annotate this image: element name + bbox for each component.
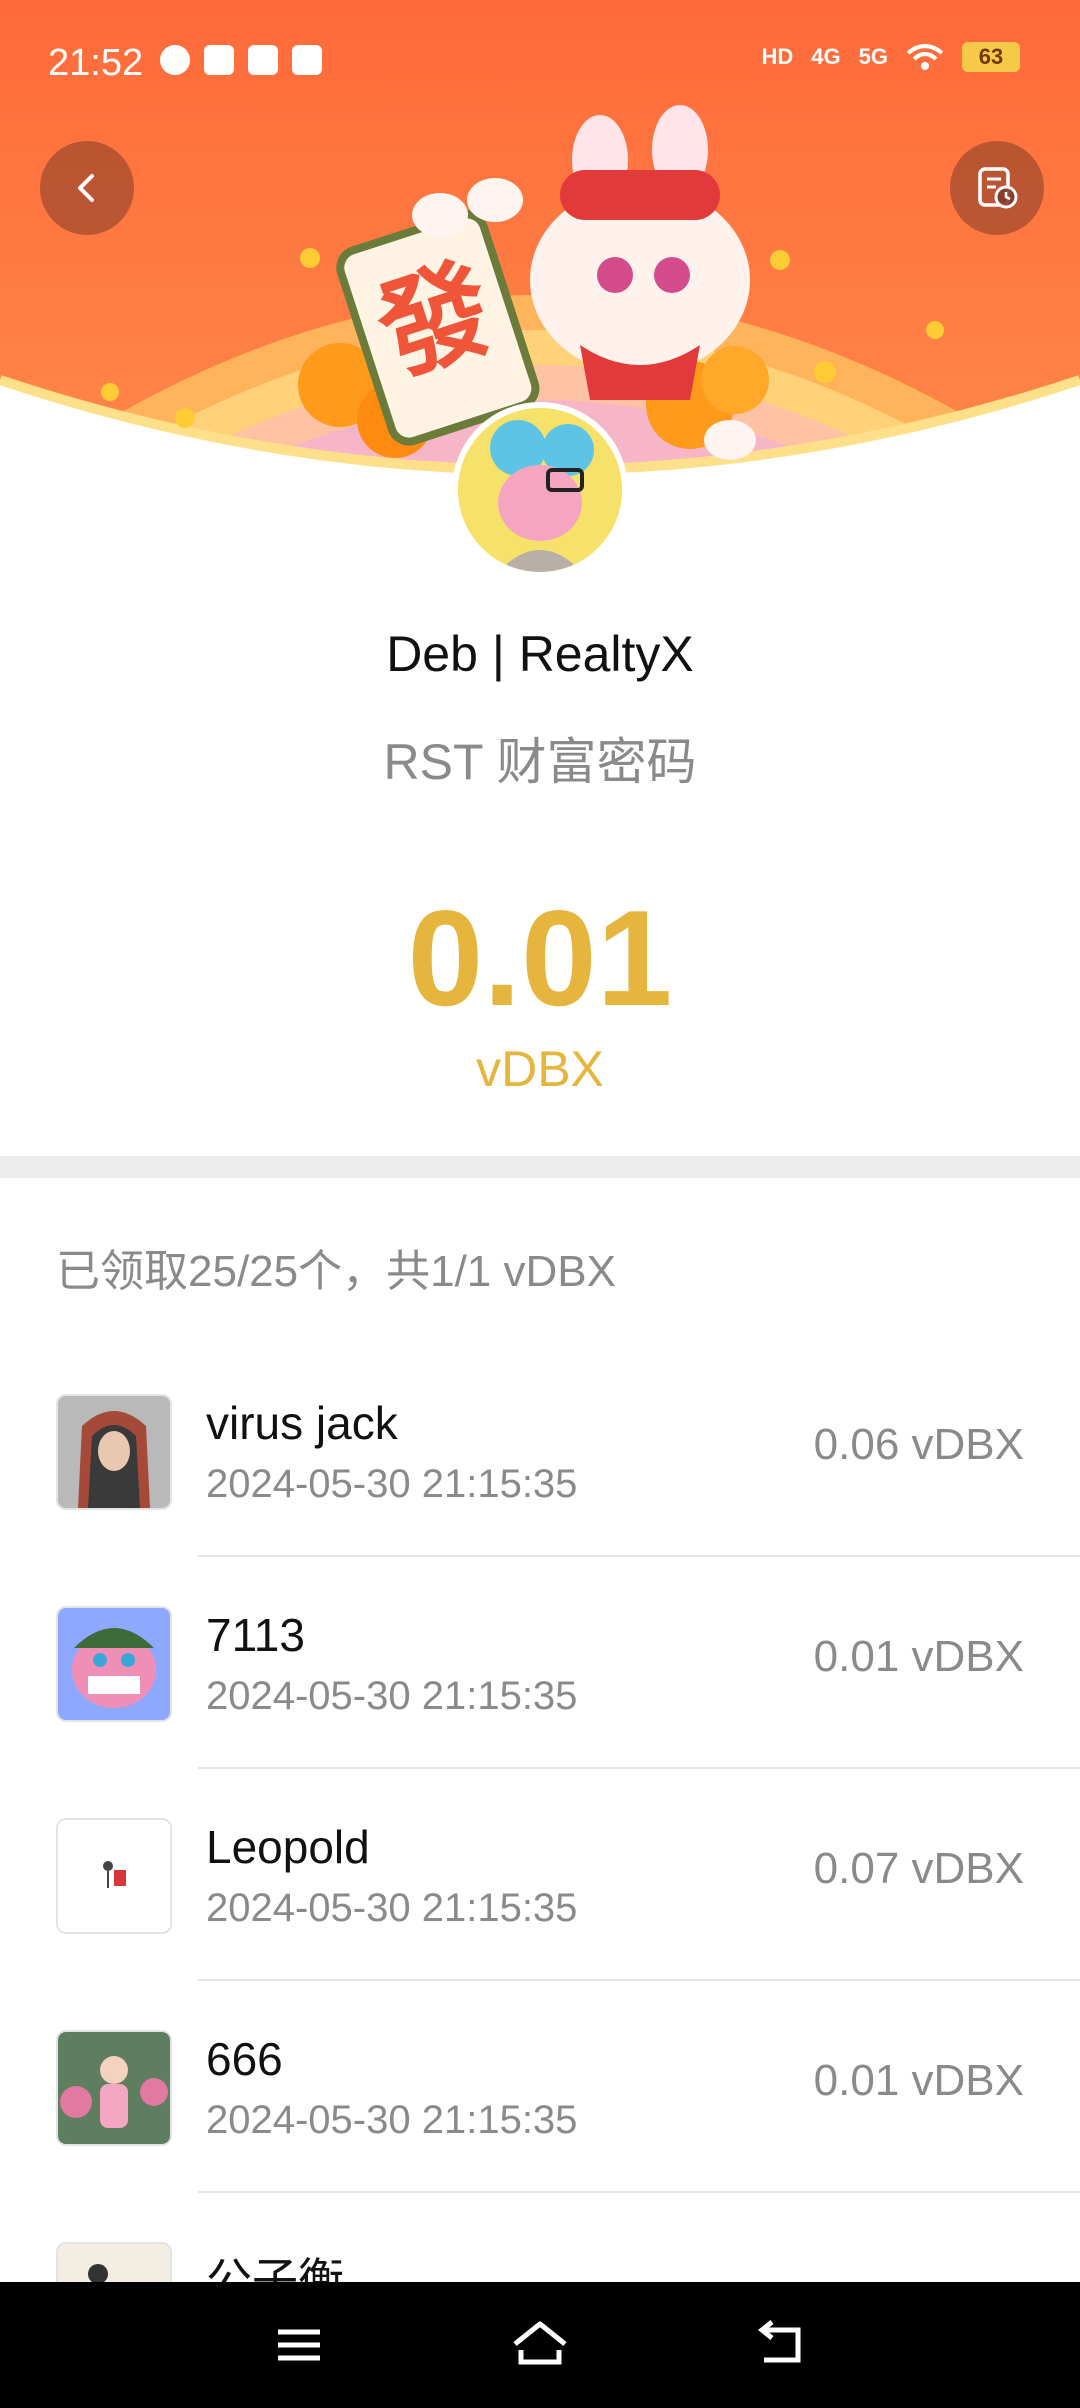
row-divider xyxy=(198,1555,1080,1557)
app-notification-icon xyxy=(248,45,278,75)
avatar xyxy=(56,1394,172,1510)
menu-icon[interactable] xyxy=(264,2310,334,2380)
avatar xyxy=(56,2030,172,2146)
video-icon xyxy=(204,45,234,75)
claim-amount: 0.07 vDBX xyxy=(813,1844,1024,1893)
packet-message: RST 财富密码 xyxy=(383,734,697,790)
avatar xyxy=(56,1818,172,1934)
list-item[interactable]: Leopold 2024-05-30 21:15:35 0.07 vDBX xyxy=(0,1804,1080,2016)
claim-time: 2024-05-30 21:15:35 xyxy=(206,1462,578,1506)
list-item[interactable]: 7113 2024-05-30 21:15:35 0.01 vDBX xyxy=(0,1592,1080,1804)
claim-time: 2024-05-30 21:15:35 xyxy=(206,1674,578,1718)
claim-amount: 0.01 vDBX xyxy=(813,1632,1024,1681)
row-divider xyxy=(198,2191,1080,2193)
records-button[interactable] xyxy=(950,141,1044,235)
status-bar: 21:52 HD 4G 5G 63 xyxy=(0,0,1080,126)
claim-list: virus jack 2024-05-30 21:15:35 0.06 vDBX… xyxy=(0,1380,1080,2408)
back-nav-icon[interactable] xyxy=(746,2310,816,2380)
received-amount: 0.01 xyxy=(407,882,673,1034)
claim-time: 2024-05-30 21:15:35 xyxy=(206,2098,578,2142)
claimer-name: virus jack xyxy=(206,1397,398,1449)
claim-time: 2024-05-30 21:15:35 xyxy=(206,1886,578,1930)
back-button[interactable] xyxy=(40,141,134,235)
claim-amount: 0.01 vDBX xyxy=(813,2056,1024,2105)
chevron-left-icon xyxy=(78,174,94,202)
list-item[interactable]: virus jack 2024-05-30 21:15:35 0.06 vDBX xyxy=(0,1380,1080,1592)
hoodie-avatar-icon xyxy=(58,1396,170,1508)
claim-summary: 已领取25/25个，共1/1 vDBX xyxy=(56,1247,616,1296)
square-icon xyxy=(292,45,322,75)
sender-avatar xyxy=(452,402,628,578)
row-divider xyxy=(198,1767,1080,1769)
wifi-icon xyxy=(906,44,944,70)
claim-amount: 0.06 vDBX xyxy=(813,1420,1024,1469)
claimer-name: Leopold xyxy=(206,1821,370,1873)
notification-icons xyxy=(160,45,322,75)
claimer-name: 666 xyxy=(206,2033,283,2085)
section-divider xyxy=(0,1156,1080,1178)
battery-icon: 63 xyxy=(962,42,1020,72)
girl-garden-avatar-icon xyxy=(58,2032,170,2144)
row-divider xyxy=(198,1979,1080,1981)
avatar xyxy=(56,1606,172,1722)
list-item[interactable]: 666 2024-05-30 21:15:35 0.01 vDBX xyxy=(0,2016,1080,2228)
status-indicators: HD 4G 5G 63 xyxy=(761,42,1020,72)
amount-unit: vDBX xyxy=(476,1041,604,1097)
monster-avatar-icon xyxy=(58,1608,170,1720)
message-icon xyxy=(160,45,190,75)
receipt-clock-icon xyxy=(978,167,1018,209)
claimer-name: 7113 xyxy=(206,1609,305,1661)
cartoon-avatar-icon xyxy=(458,408,622,572)
signal-5g-icon: 5G xyxy=(858,44,888,69)
home-icon[interactable] xyxy=(505,2310,575,2380)
status-time: 21:52 xyxy=(48,42,144,84)
tiny-figure-avatar-icon xyxy=(58,1820,170,1932)
system-navigation-bar xyxy=(0,2282,1080,2408)
hd-icon: HD xyxy=(761,44,794,69)
signal-4g-icon: 4G xyxy=(811,44,841,69)
sender-name: Deb | RealtyX xyxy=(386,626,694,682)
